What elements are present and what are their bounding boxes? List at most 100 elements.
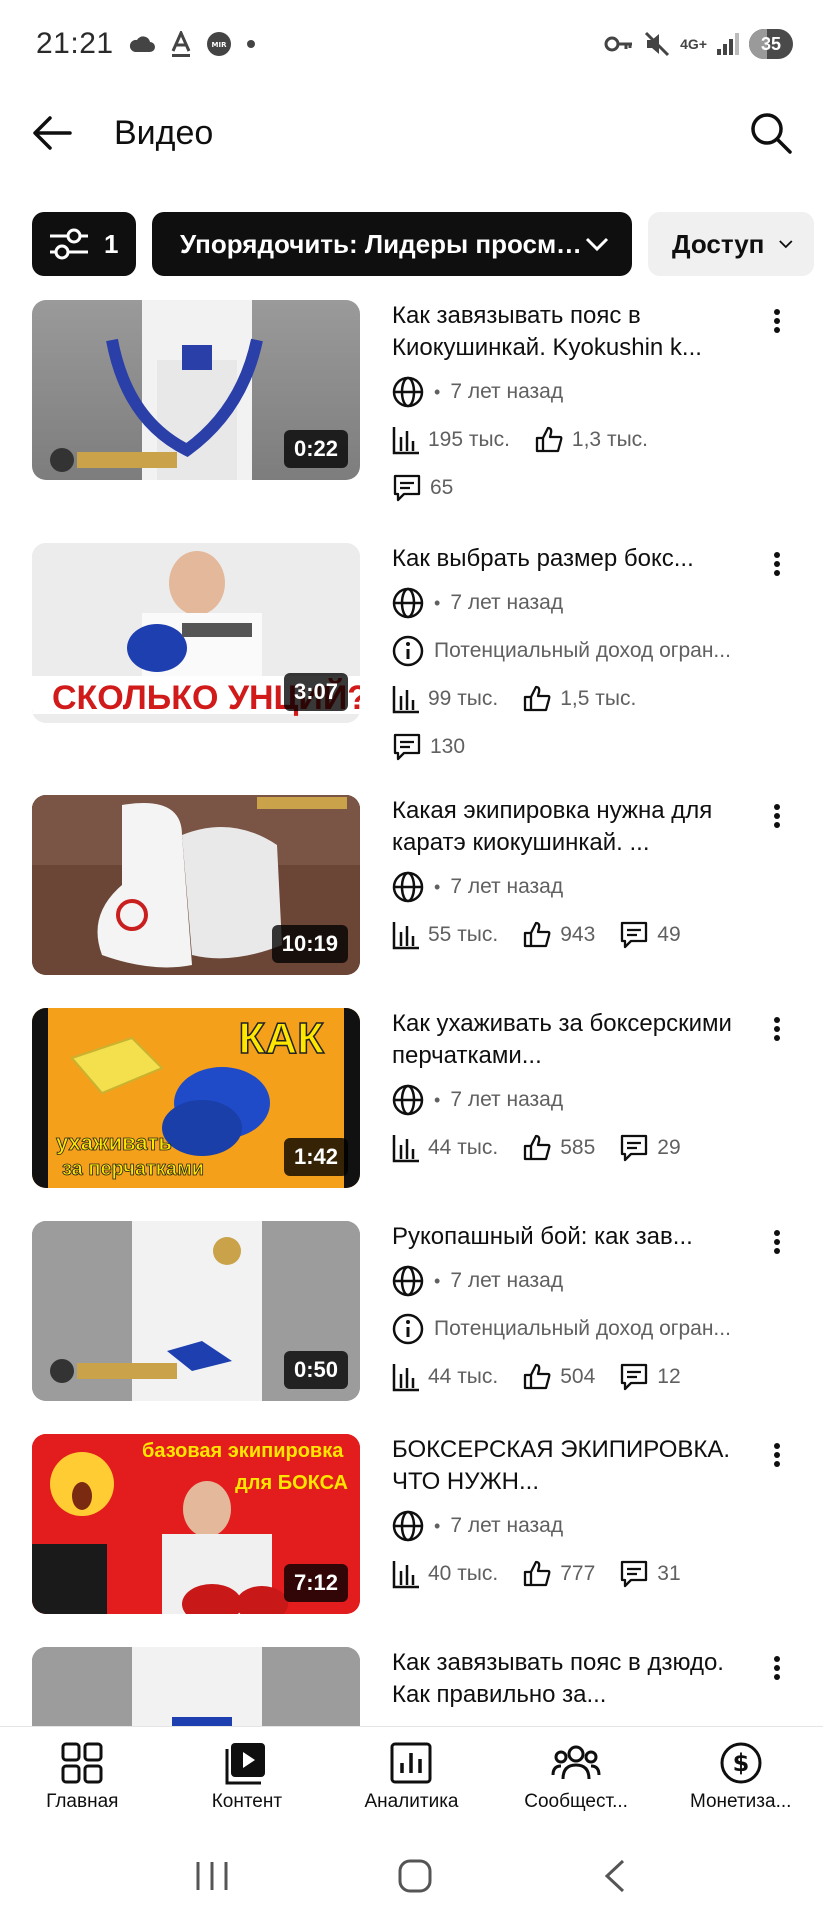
info-icon <box>392 1313 424 1345</box>
nav-analytics[interactable]: Аналитика <box>329 1727 494 1832</box>
duration-badge: 10:19 <box>271 925 348 963</box>
comment-icon <box>621 921 648 949</box>
nav-monetization[interactable]: $ Монетиза... <box>658 1727 823 1832</box>
globe-icon <box>392 1265 424 1297</box>
back-arrow-icon[interactable] <box>30 113 74 153</box>
globe-icon <box>392 587 424 619</box>
chevron-down-icon <box>585 237 609 252</box>
nav-community-label: Сообщест... <box>524 1791 628 1812</box>
views-chart-icon <box>392 922 419 950</box>
app-bar: Видео <box>0 88 823 178</box>
video-thumbnail[interactable]: 0:50 <box>32 1221 360 1401</box>
thumbnail-caption: базовая экипировка <box>142 1440 344 1462</box>
views-chart-icon <box>392 1364 419 1392</box>
info-icon <box>392 635 424 667</box>
comments-count: 12 <box>657 1365 681 1388</box>
video-thumbnail[interactable]: СКОЛЬКО УНЦИЙ? 3:07 <box>32 543 360 723</box>
more-options-icon[interactable] <box>771 1653 783 1683</box>
views-count: 40 тыс. <box>428 1562 499 1585</box>
nav-content-label: Контент <box>211 1791 283 1812</box>
video-thumbnail[interactable]: КАК ухаживать за перчатками 1:42 <box>32 1008 360 1188</box>
monetization-status: Потенциальный доход огран... <box>434 1317 731 1340</box>
video-age: 7 лет назад <box>450 591 564 614</box>
video-age: 7 лет назад <box>450 1514 564 1537</box>
thumbs-up-icon <box>524 1134 551 1161</box>
views-count: 99 тыс. <box>428 687 499 710</box>
video-title[interactable]: Как выбрать размер бокс... <box>392 543 742 575</box>
video-title[interactable]: Как завязывать пояс в Киокушинкай. Kyoku… <box>392 300 742 364</box>
video-list: 0:22 Как завязывать пояс в Киокушинкай. … <box>0 300 823 1726</box>
views-chart-icon <box>392 1135 419 1163</box>
views-count: 44 тыс. <box>428 1136 499 1159</box>
thumbnail-caption: за перчатками <box>62 1158 205 1181</box>
likes-count: 777 <box>560 1562 596 1585</box>
sort-label: Упорядочить: Лидеры просмот... <box>180 228 584 259</box>
thumbs-up-icon <box>524 1363 551 1390</box>
search-icon[interactable] <box>749 111 793 155</box>
video-title[interactable]: Рукопашный бой: как зав... <box>392 1221 742 1253</box>
comments-count: 49 <box>657 923 681 946</box>
status-time: 21:21 <box>36 27 114 60</box>
comments-count: 130 <box>430 735 466 758</box>
more-options-icon[interactable] <box>771 801 783 831</box>
back-icon[interactable] <box>601 1858 629 1894</box>
views-count: 195 тыс. <box>428 428 510 451</box>
text-a-icon <box>171 31 190 57</box>
video-title[interactable]: Какая экипировка нужна для каратэ киокуш… <box>392 795 742 859</box>
globe-icon <box>392 1510 424 1542</box>
network-label: 4G+ <box>680 36 707 52</box>
views-count: 55 тыс. <box>428 923 499 946</box>
thumbnail-image <box>32 1647 360 1726</box>
duration-badge: 3:07 <box>283 673 348 711</box>
video-age: 7 лет назад <box>450 875 564 898</box>
thumbnail-caption: для БОКСА <box>235 1472 348 1494</box>
comment-icon <box>621 1134 648 1162</box>
access-dropdown[interactable]: Доступ <box>648 212 814 276</box>
video-age: 7 лет назад <box>450 1088 564 1111</box>
video-thumbnail[interactable]: базовая экипировка для БОКСА 7:12 <box>32 1434 360 1614</box>
battery-indicator: 35 <box>749 29 793 59</box>
filter-chip[interactable]: 1 <box>32 212 136 276</box>
likes-count: 585 <box>560 1136 596 1159</box>
duration-badge: 1:42 <box>283 1138 348 1176</box>
video-library-icon <box>225 1743 265 1785</box>
globe-icon <box>392 376 424 408</box>
video-title[interactable]: Как ухаживать за боксерскими перчатками.… <box>392 1008 742 1072</box>
more-options-icon[interactable] <box>771 306 783 336</box>
comments-count: 31 <box>657 1562 681 1585</box>
recent-apps-icon[interactable] <box>194 1860 230 1892</box>
nav-content[interactable]: Контент <box>165 1727 330 1832</box>
nav-home[interactable]: Главная <box>0 1727 165 1832</box>
system-navigation <box>0 1832 823 1920</box>
comment-icon <box>393 474 421 502</box>
sliders-icon <box>50 228 88 260</box>
views-chart-icon <box>392 1561 419 1589</box>
video-thumbnail[interactable]: 10:19 <box>32 795 360 975</box>
thumbs-up-icon <box>524 1560 551 1587</box>
views-count: 44 тыс. <box>428 1365 499 1388</box>
views-chart-icon <box>392 427 419 455</box>
more-options-icon[interactable] <box>771 549 783 579</box>
more-options-icon[interactable] <box>771 1227 783 1257</box>
svg-text:$: $ <box>732 1749 749 1777</box>
signal-icon <box>717 33 739 55</box>
video-thumbnail[interactable] <box>32 1647 360 1726</box>
nav-monetization-label: Монетиза... <box>689 1791 792 1812</box>
views-chart-icon <box>392 686 419 714</box>
home-icon[interactable] <box>397 1858 433 1894</box>
svg-text:MIR: MIR <box>211 41 227 49</box>
video-title[interactable]: БОКСЕРСКАЯ ЭКИПИРОВКА. ЧТО НУЖН... <box>392 1434 742 1498</box>
dashboard-icon <box>61 1742 103 1784</box>
video-title[interactable]: Как завязывать пояс в дзюдо. Как правиль… <box>392 1647 742 1711</box>
more-options-icon[interactable] <box>771 1440 783 1470</box>
comments-count: 65 <box>430 476 454 499</box>
more-options-icon[interactable] <box>771 1014 783 1044</box>
dollar-icon: $ <box>720 1742 762 1784</box>
sort-dropdown[interactable]: Упорядочить: Лидеры просмот... <box>152 212 632 276</box>
video-thumbnail[interactable]: 0:22 <box>32 300 360 480</box>
nav-community[interactable]: Сообщест... <box>494 1727 659 1832</box>
dot-icon <box>246 40 255 48</box>
likes-count: 504 <box>560 1365 596 1388</box>
comments-count: 29 <box>657 1136 681 1159</box>
monetization-status: Потенциальный доход огран... <box>434 639 731 662</box>
